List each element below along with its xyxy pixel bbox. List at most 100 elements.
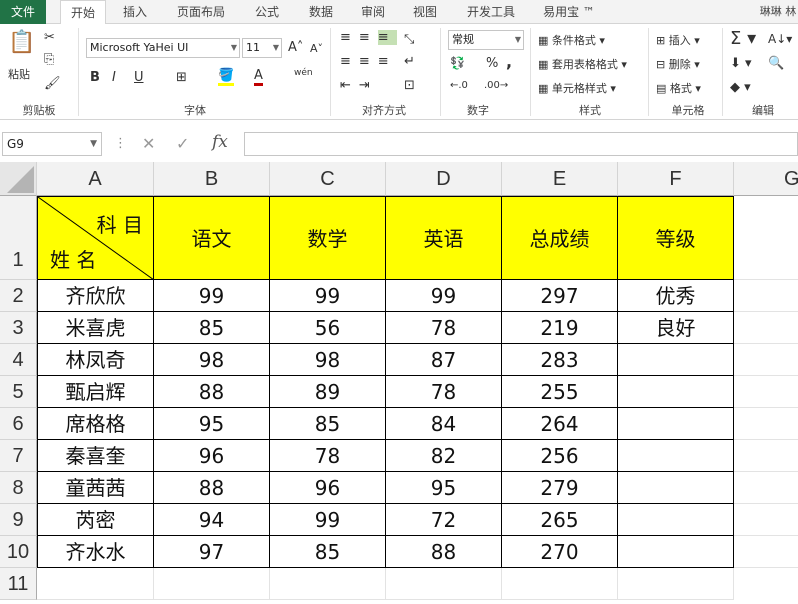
bold-button[interactable]: B xyxy=(90,70,100,85)
cancel-icon[interactable]: ✕ xyxy=(142,134,155,153)
enter-icon[interactable]: ✓ xyxy=(176,134,189,153)
name-cell[interactable]: 童茜茜 xyxy=(37,472,154,504)
total-cell[interactable]: 264 xyxy=(502,408,618,440)
diagonal-header-cell[interactable]: 科 目 姓 名 xyxy=(37,196,154,280)
row-header-9[interactable]: 9 xyxy=(0,504,37,536)
score-cell[interactable]: 99 xyxy=(270,280,386,312)
percent-button[interactable]: % xyxy=(486,56,498,71)
tab-data[interactable]: 数据 xyxy=(298,0,344,24)
name-cell[interactable]: 秦喜奎 xyxy=(37,440,154,472)
sort-filter-icon[interactable]: A↓▾ xyxy=(768,32,792,46)
shrink-font-button[interactable]: A˅ xyxy=(310,42,323,55)
column-header-b[interactable]: B xyxy=(154,162,270,196)
score-cell[interactable]: 87 xyxy=(386,344,502,376)
conditional-formatting-button[interactable]: ▦ 条件格式 ▾ xyxy=(538,32,605,48)
name-cell[interactable]: 芮密 xyxy=(37,504,154,536)
row-header-1[interactable]: 1 xyxy=(0,196,37,280)
tab-page-layout[interactable]: 页面布局 xyxy=(168,0,234,24)
grade-cell[interactable]: 良好 xyxy=(618,312,734,344)
total-cell[interactable]: 255 xyxy=(502,376,618,408)
tab-home[interactable]: 开始 xyxy=(60,0,106,25)
insert-cells-button[interactable]: ⊞ 插入 ▾ xyxy=(656,32,700,48)
format-as-table-button[interactable]: ▦ 套用表格格式 ▾ xyxy=(538,56,627,72)
phonetic-button[interactable]: wén xyxy=(294,68,313,78)
score-cell[interactable]: 78 xyxy=(386,376,502,408)
column-header-e[interactable]: E xyxy=(502,162,618,196)
tab-file[interactable]: 文件 xyxy=(0,0,46,24)
score-cell[interactable]: 94 xyxy=(154,504,270,536)
empty-cell[interactable] xyxy=(502,568,618,600)
grade-cell[interactable]: 优秀 xyxy=(618,280,734,312)
header-cell[interactable]: 数学 xyxy=(270,196,386,280)
italic-button[interactable]: I xyxy=(112,70,116,85)
empty-cell[interactable] xyxy=(734,408,798,440)
column-header-d[interactable]: D xyxy=(386,162,502,196)
empty-cell[interactable] xyxy=(734,280,798,312)
user-name[interactable]: 琳琳 林 xyxy=(758,0,798,24)
column-header-g[interactable]: G xyxy=(734,162,798,196)
name-cell[interactable]: 齐水水 xyxy=(37,536,154,568)
score-cell[interactable]: 98 xyxy=(270,344,386,376)
cell-styles-button[interactable]: ▦ 单元格样式 ▾ xyxy=(538,80,616,96)
score-cell[interactable]: 88 xyxy=(154,472,270,504)
score-cell[interactable]: 85 xyxy=(270,536,386,568)
score-cell[interactable]: 99 xyxy=(270,504,386,536)
score-cell[interactable]: 78 xyxy=(270,440,386,472)
formula-input[interactable] xyxy=(244,132,798,156)
underline-button[interactable]: U xyxy=(134,70,144,85)
empty-cell[interactable] xyxy=(734,344,798,376)
empty-cell[interactable] xyxy=(734,196,798,280)
empty-cell[interactable] xyxy=(270,568,386,600)
grade-cell[interactable] xyxy=(618,504,734,536)
total-cell[interactable]: 297 xyxy=(502,280,618,312)
score-cell[interactable]: 88 xyxy=(386,536,502,568)
empty-cell[interactable] xyxy=(618,568,734,600)
row-header-3[interactable]: 3 xyxy=(0,312,37,344)
row-header-5[interactable]: 5 xyxy=(0,376,37,408)
header-cell[interactable]: 语文 xyxy=(154,196,270,280)
row-header-6[interactable]: 6 xyxy=(0,408,37,440)
empty-cell[interactable] xyxy=(734,376,798,408)
format-cells-button[interactable]: ▤ 格式 ▾ xyxy=(656,80,701,96)
find-select-icon[interactable]: 🔍 xyxy=(768,56,784,71)
decrease-decimal-icon[interactable]: .00→ xyxy=(484,80,508,91)
grade-cell[interactable] xyxy=(618,408,734,440)
fill-color-icon[interactable]: 🪣 xyxy=(218,68,235,86)
score-cell[interactable]: 96 xyxy=(270,472,386,504)
format-painter-icon[interactable]: 🖌 xyxy=(44,76,61,91)
score-cell[interactable]: 78 xyxy=(386,312,502,344)
grade-cell[interactable] xyxy=(618,376,734,408)
merge-center-icon[interactable]: ⊡ xyxy=(404,78,415,93)
name-box[interactable]: G9 ▼ xyxy=(2,132,102,156)
font-size-combo[interactable]: 11 ▼ xyxy=(242,38,282,58)
empty-cell[interactable] xyxy=(734,312,798,344)
header-cell[interactable]: 等级 xyxy=(618,196,734,280)
empty-cell[interactable] xyxy=(734,472,798,504)
score-cell[interactable]: 84 xyxy=(386,408,502,440)
empty-cell[interactable] xyxy=(734,536,798,568)
score-cell[interactable]: 88 xyxy=(154,376,270,408)
copy-icon[interactable]: ⎘ xyxy=(44,52,54,67)
score-cell[interactable]: 99 xyxy=(154,280,270,312)
cut-icon[interactable]: ✂ xyxy=(44,30,55,45)
score-cell[interactable]: 56 xyxy=(270,312,386,344)
tab-view[interactable]: 视图 xyxy=(402,0,448,24)
header-cell[interactable]: 总成绩 xyxy=(502,196,618,280)
empty-cell[interactable] xyxy=(734,440,798,472)
font-color-button[interactable]: A xyxy=(254,68,263,86)
grade-cell[interactable] xyxy=(618,344,734,376)
tab-review[interactable]: 审阅 xyxy=(350,0,396,24)
grade-cell[interactable] xyxy=(618,472,734,504)
insert-function-button[interactable]: fx xyxy=(212,132,228,152)
row-header-4[interactable]: 4 xyxy=(0,344,37,376)
empty-cell[interactable] xyxy=(734,504,798,536)
score-cell[interactable]: 89 xyxy=(270,376,386,408)
row-header-8[interactable]: 8 xyxy=(0,472,37,504)
row-header-2[interactable]: 2 xyxy=(0,280,37,312)
tab-formulas[interactable]: 公式 xyxy=(244,0,290,24)
name-cell[interactable]: 甄启辉 xyxy=(37,376,154,408)
total-cell[interactable]: 265 xyxy=(502,504,618,536)
score-cell[interactable]: 95 xyxy=(386,472,502,504)
orientation-icon[interactable]: ⤡ xyxy=(404,32,414,47)
column-header-f[interactable]: F xyxy=(618,162,734,196)
